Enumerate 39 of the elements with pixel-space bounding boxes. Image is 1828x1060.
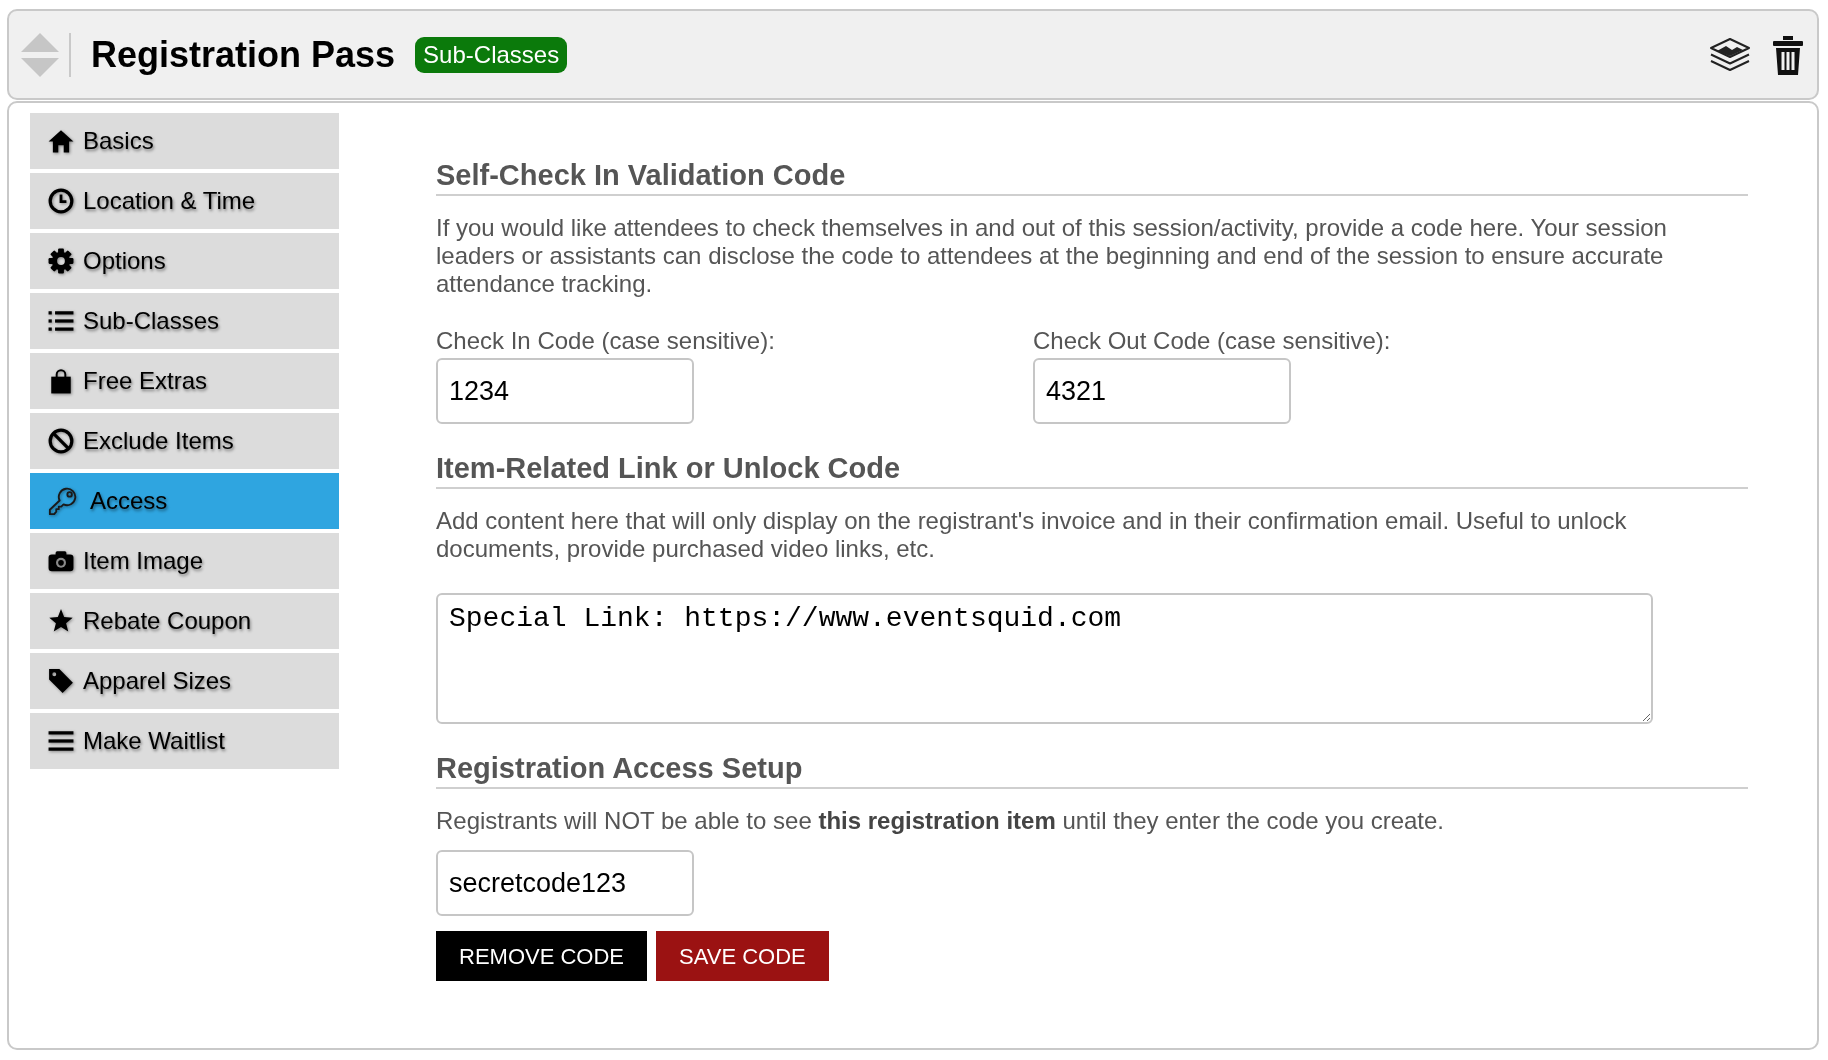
sidebar-item[interactable]: Access — [30, 473, 339, 529]
gear-icon — [48, 248, 74, 274]
section-description: Registrants will NOT be able to see this registration item until they enter the code you create. — [436, 807, 1446, 835]
sidebar-item[interactable]: Exclude Items — [30, 413, 339, 469]
sidebar-item[interactable]: Rebate Coupon — [30, 593, 339, 649]
key-icon — [48, 486, 78, 516]
camera-icon — [48, 548, 74, 574]
shopping-bag-icon — [48, 368, 74, 394]
link-text-area[interactable]: Special Link: https://www.eventsquid.com — [436, 593, 1653, 724]
sidebar-item[interactable]: Basics — [30, 113, 339, 169]
section-description: If you would like attendees to check themselves in and out of this session/activity, provide a code here. Your session leaders or assistants can disclose the code to attendees at the beginning and end of the session to ensure accurate attendance tracking. — [436, 214, 1668, 298]
home-icon — [48, 128, 74, 154]
category-tag: Sub-Classes — [415, 36, 568, 73]
sidebar-item[interactable]: Item Image — [30, 533, 339, 589]
sidebar-item[interactable]: Location & Time — [30, 173, 339, 229]
bars-icon — [48, 728, 74, 754]
section-heading: Registration Access Setup — [436, 751, 803, 785]
section-heading: Self-Check In Validation Code — [436, 158, 846, 192]
page-title: Registration Pass — [91, 33, 396, 76]
code-input[interactable]: 4321 — [1033, 358, 1291, 424]
ban-icon — [48, 428, 74, 454]
sidebar-item[interactable]: Options — [30, 233, 339, 289]
access-code-input[interactable]: secretcode123 — [436, 850, 694, 916]
section-description: Add content here that will only display on the registrant's invoice and in their confirmation email. Useful to unlock documents, provide purchased video links, etc. — [436, 507, 1628, 563]
trash-icon[interactable] — [1772, 34, 1804, 75]
field-label: Check Out Code (case sensitive): — [1033, 327, 1391, 355]
sidebar-item[interactable]: Make Waitlist — [30, 713, 339, 769]
field-label: Check In Code (case sensitive): — [436, 327, 775, 355]
sidebar-item[interactable]: Free Extras — [30, 353, 339, 409]
remove-code-button[interactable]: REMOVE CODE — [436, 931, 648, 981]
clock-icon — [48, 188, 74, 214]
star-icon — [48, 608, 74, 634]
section-heading: Item-Related Link or Unlock Code — [436, 451, 901, 485]
sidebar-item[interactable]: Sub-Classes — [30, 293, 339, 349]
code-input[interactable]: 1234 — [436, 358, 694, 424]
sidebar-item[interactable]: Apparel Sizes — [30, 653, 339, 709]
tag-icon — [48, 668, 74, 694]
list-icon — [48, 308, 74, 334]
save-code-button[interactable]: SAVE CODE — [656, 931, 829, 981]
